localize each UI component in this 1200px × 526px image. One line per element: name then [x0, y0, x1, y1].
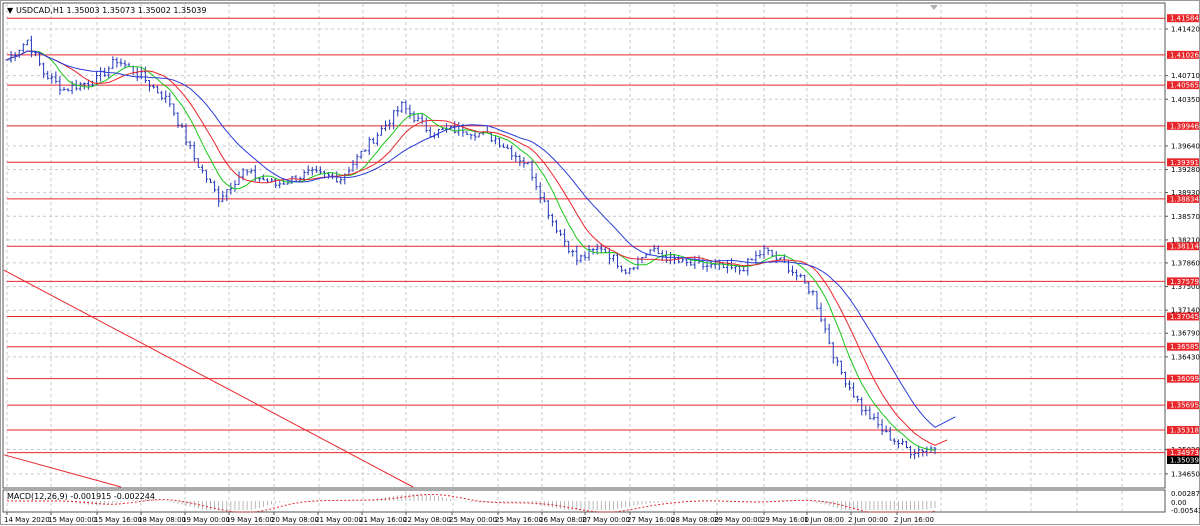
time-label: 21 May 16:00 — [359, 516, 407, 524]
time-label: 19 May 00:00 — [182, 516, 230, 524]
moving-averages — [6, 50, 956, 451]
price-label: 1.40710 — [1171, 72, 1200, 80]
time-label: 25 May 16:00 — [495, 516, 543, 524]
level-tag-label: 1.38114 — [1170, 243, 1199, 251]
symbol-info: USDCAD,H1 1.35003 1.35073 1.35002 1.3503… — [16, 6, 206, 15]
price-label: 1.37860 — [1171, 259, 1200, 267]
level-tag-label: 1.40565 — [1170, 82, 1199, 90]
level-tag-label: 1.39946 — [1170, 122, 1199, 130]
chart-svg[interactable]: 1.414201.407101.403501.396401.392801.389… — [1, 1, 1200, 526]
time-label: 20 May 08:00 — [271, 516, 319, 524]
time-label: 27 May 16:00 — [627, 516, 675, 524]
price-label: 1.41420 — [1171, 26, 1200, 34]
ma-fast-line — [6, 50, 936, 451]
price-label: 1.39640 — [1171, 142, 1200, 150]
time-label: 28 May 08:00 — [671, 516, 719, 524]
price-label: 1.40350 — [1171, 96, 1200, 104]
macd-axis-label: -0.005433 — [1171, 507, 1200, 515]
level-tag-label: 1.39391 — [1170, 159, 1199, 167]
macd-axis-label: 0.002876 — [1171, 490, 1200, 498]
time-label: 26 May 08:00 — [539, 516, 587, 524]
price-label: 1.36430 — [1171, 353, 1200, 361]
level-tag-label: 1.36099 — [1170, 375, 1199, 383]
macd-frame — [2, 489, 1166, 513]
ma-mid-line — [6, 50, 948, 446]
trend-line-lower — [3, 454, 122, 488]
collapse-arrow-icon[interactable]: ▼ — [7, 6, 14, 15]
time-label: 15 May 16:00 — [94, 516, 142, 524]
time-label: 15 May 00:00 — [48, 516, 96, 524]
current-price-tag: 1.35039 — [1167, 456, 1199, 465]
time-label: 19 May 16:00 — [226, 516, 274, 524]
time-label: 18 May 08:00 — [138, 516, 186, 524]
price-label: 1.36790 — [1171, 330, 1200, 338]
time-label: 2 Jun 16:00 — [894, 516, 934, 524]
level-tag-label: 1.37579 — [1170, 278, 1199, 286]
ma-slow-line — [6, 50, 956, 428]
time-label: 1 Jun 08:00 — [804, 516, 844, 524]
macd-label: MACD(12,26,9) -0.001915 -0.002244 — [7, 492, 155, 501]
time-label: 21 May 00:00 — [315, 516, 363, 524]
level-tag-label: 1.35318 — [1170, 427, 1199, 435]
current-price-label: 1.35039 — [1170, 457, 1199, 465]
level-tag-label: 1.37045 — [1170, 313, 1199, 321]
time-label: 25 May 00:00 — [449, 516, 497, 524]
price-label: 1.34650 — [1171, 470, 1200, 478]
chart-window[interactable]: 1.41420 1.40710 1.40350 1.39640 1.39280 1.389… — [0, 0, 1200, 525]
price-label: 1.39280 — [1171, 166, 1200, 174]
level-tag-label: 1.41584 — [1170, 15, 1199, 23]
time-label: 29 May 00:00 — [714, 516, 762, 524]
time-label: 29 May 16:00 — [761, 516, 809, 524]
price-label: 1.38570 — [1171, 213, 1200, 221]
time-label: 14 May 2020 — [4, 516, 50, 524]
level-tag-label: 1.38834 — [1170, 195, 1199, 203]
time-label: 22 May 08:00 — [403, 516, 451, 524]
macd-axis-label: 0.00 — [1171, 499, 1187, 507]
time-label: 27 May 00:00 — [582, 516, 630, 524]
price-axis: 1.414201.407101.403501.396401.392801.389… — [1165, 26, 1200, 515]
shift-marker-icon[interactable] — [930, 5, 938, 10]
time-axis: 14 May 202015 May 00:0015 May 16:0018 Ma… — [4, 512, 934, 524]
level-tag-label: 1.36585 — [1170, 343, 1199, 351]
level-tag-label: 1.35695 — [1170, 402, 1199, 410]
level-tag-label: 1.41026 — [1170, 51, 1199, 59]
time-label: 2 Jun 00:00 — [848, 516, 888, 524]
